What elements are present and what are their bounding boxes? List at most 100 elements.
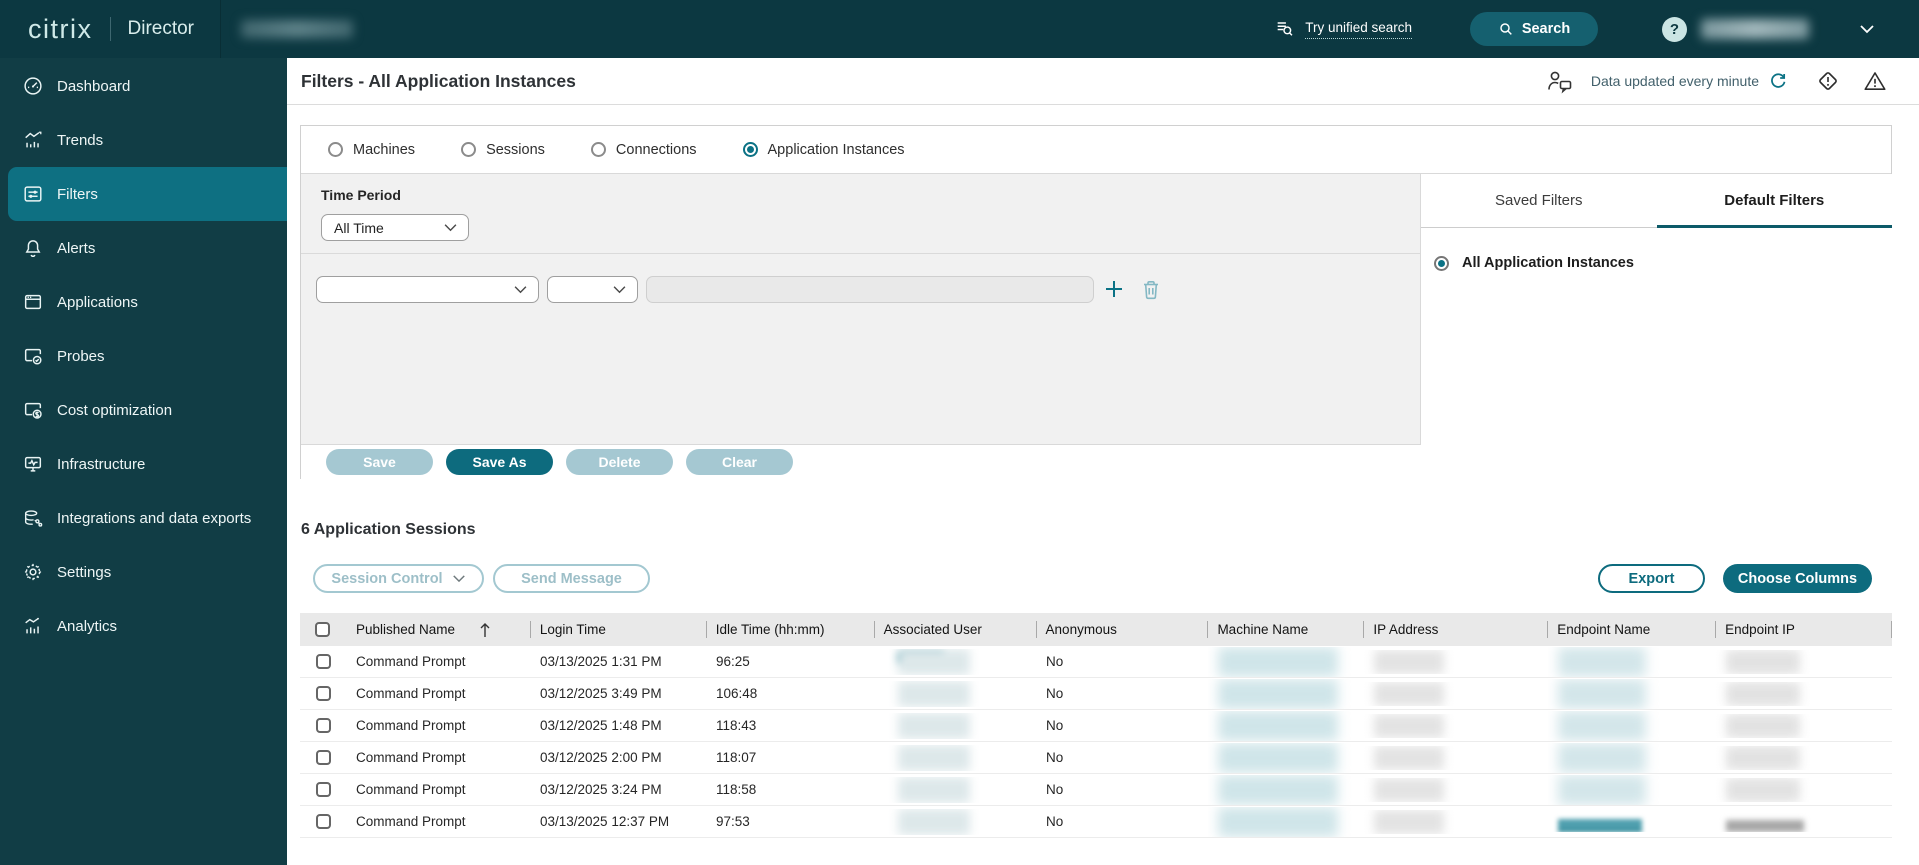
- main-content: Filters - All Application Instances Data…: [287, 58, 1919, 865]
- collaboration-person-chat-icon[interactable]: [1545, 68, 1575, 94]
- help-button[interactable]: ?: [1662, 17, 1687, 42]
- endpoint-ip-redacted: [1726, 778, 1800, 802]
- endpoint-ip-cell: [1716, 746, 1892, 770]
- machine-name-redacted: [1218, 807, 1338, 837]
- sidebar-item-filters[interactable]: Filters: [8, 167, 287, 221]
- column-header-associated-user[interactable]: Associated User: [874, 613, 1036, 646]
- machine-name-cell: [1208, 775, 1364, 805]
- sidebar-item-integrations[interactable]: Integrations and data exports: [0, 491, 287, 545]
- anonymous-cell: No: [1036, 750, 1208, 765]
- radio-machines[interactable]: Machines: [328, 142, 415, 158]
- machine-name-cell: [1208, 807, 1364, 837]
- default-filter-option-label: All Application Instances: [1462, 255, 1634, 271]
- sidebar-item-trends[interactable]: Trends: [0, 113, 287, 167]
- column-header-idle-time[interactable]: Idle Time (hh:mm): [706, 613, 874, 646]
- row-checkbox[interactable]: [316, 654, 331, 669]
- row-checkbox[interactable]: [316, 686, 331, 701]
- refresh-icon[interactable]: [1768, 71, 1788, 91]
- applications-icon: [22, 291, 44, 313]
- sidebar-item-applications[interactable]: Applications: [0, 275, 287, 329]
- delete-filter-trash-icon[interactable]: [1140, 278, 1162, 301]
- radio-label: Application Instances: [768, 142, 905, 158]
- sidebar-item-label: Dashboard: [57, 78, 130, 95]
- associated-user-cell: [874, 809, 1036, 835]
- tab-saved-filters[interactable]: Saved Filters: [1421, 174, 1657, 227]
- login-time-cell: 03/12/2025 2:00 PM: [530, 750, 706, 765]
- filter-field-dropdown[interactable]: [316, 276, 539, 303]
- associated-user-cell: [874, 777, 1036, 803]
- data-updated-label: Data updated every minute: [1591, 73, 1759, 89]
- choose-columns-button[interactable]: Choose Columns: [1723, 564, 1872, 593]
- filter-operator-dropdown[interactable]: [547, 276, 638, 303]
- endpoint-ip-redacted: [1726, 682, 1800, 706]
- header-divider: [110, 17, 111, 41]
- sidebar-item-settings[interactable]: Settings: [0, 545, 287, 599]
- endpoint-ip-redacted: [1726, 820, 1804, 832]
- user-menu-chevron-down-icon[interactable]: [1859, 24, 1875, 34]
- column-header-ip-address[interactable]: IP Address: [1363, 613, 1547, 646]
- published-name-cell: Command Prompt: [346, 782, 530, 797]
- sidebar-item-alerts[interactable]: Alerts: [0, 221, 287, 275]
- endpoint-name-cell: [1548, 679, 1716, 709]
- radio-connections[interactable]: Connections: [591, 142, 697, 158]
- sidebar-item-infrastructure[interactable]: Infrastructure: [0, 437, 287, 491]
- page-title: Filters - All Application Instances: [301, 71, 576, 92]
- unified-search-label: Try unified search: [1305, 20, 1412, 39]
- save-as-button[interactable]: Save As: [446, 449, 553, 475]
- row-checkbox[interactable]: [316, 782, 331, 797]
- sidebar-item-cost-optimization[interactable]: Cost optimization: [0, 383, 287, 437]
- column-header-published-name[interactable]: Published Name: [346, 613, 530, 646]
- filter-panel: Machines Sessions Connections Applicatio…: [300, 125, 1892, 479]
- login-time-cell: 03/12/2025 1:48 PM: [530, 718, 706, 733]
- select-all-checkbox[interactable]: [315, 622, 330, 637]
- column-header-login-time[interactable]: Login Time: [530, 613, 706, 646]
- column-label: Anonymous: [1046, 622, 1117, 637]
- row-checkbox-cell: [300, 782, 346, 797]
- endpoint-name-redacted: [1558, 743, 1646, 773]
- column-label: IP Address: [1373, 622, 1438, 637]
- table-row: Command Prompt 03/12/2025 3:49 PM 106:48…: [300, 678, 1892, 710]
- endpoint-name-cell: [1548, 711, 1716, 741]
- diamond-alert-icon[interactable]: [1815, 68, 1841, 94]
- anonymous-cell: No: [1036, 814, 1208, 829]
- endpoint-name-redacted: [1558, 647, 1646, 677]
- column-header-endpoint-ip[interactable]: Endpoint IP: [1715, 613, 1891, 646]
- cost-optimization-icon: [22, 399, 44, 421]
- column-header-anonymous[interactable]: Anonymous: [1036, 613, 1208, 646]
- clear-button[interactable]: Clear: [686, 449, 793, 475]
- radio-application-instances[interactable]: Application Instances: [743, 142, 905, 158]
- delete-button[interactable]: Delete: [566, 449, 673, 475]
- sidebar-item-label: Filters: [57, 186, 98, 203]
- save-button[interactable]: Save: [326, 449, 433, 475]
- add-filter-plus-icon[interactable]: [1102, 277, 1126, 301]
- associated-user-redacted: [898, 777, 970, 803]
- warning-triangle-icon[interactable]: [1862, 68, 1888, 94]
- sidebar-item-probes[interactable]: Probes: [0, 329, 287, 383]
- row-checkbox-cell: [300, 718, 346, 733]
- sidebar-item-analytics[interactable]: Analytics: [0, 599, 287, 653]
- export-button[interactable]: Export: [1598, 564, 1705, 593]
- ip-address-redacted: [1374, 746, 1444, 770]
- ip-address-cell: [1364, 682, 1548, 706]
- table-row: Command Prompt 03/13/2025 1:31 PM 96:25 …: [300, 646, 1892, 678]
- tab-default-filters[interactable]: Default Filters: [1657, 174, 1893, 227]
- radio-sessions[interactable]: Sessions: [461, 142, 545, 158]
- default-filter-option[interactable]: All Application Instances: [1434, 255, 1634, 271]
- row-checkbox[interactable]: [316, 718, 331, 733]
- sidebar-item-dashboard[interactable]: Dashboard: [0, 59, 287, 113]
- row-checkbox[interactable]: [316, 750, 331, 765]
- user-name-redacted[interactable]: [1701, 19, 1809, 39]
- search-button[interactable]: Search: [1470, 12, 1598, 46]
- machine-name-cell: [1208, 679, 1364, 709]
- endpoint-name-link-redacted[interactable]: [1558, 819, 1642, 832]
- time-period-dropdown[interactable]: All Time: [321, 214, 469, 241]
- session-control-button[interactable]: Session Control: [313, 564, 484, 593]
- sort-ascending-icon[interactable]: [479, 622, 491, 638]
- login-time-cell: 03/12/2025 3:24 PM: [530, 782, 706, 797]
- column-header-endpoint-name[interactable]: Endpoint Name: [1547, 613, 1715, 646]
- filter-value-input[interactable]: [646, 276, 1094, 303]
- send-message-button[interactable]: Send Message: [493, 564, 650, 593]
- unified-search-link[interactable]: Try unified search: [1274, 18, 1412, 40]
- row-checkbox[interactable]: [316, 814, 331, 829]
- column-header-machine-name[interactable]: Machine Name: [1207, 613, 1363, 646]
